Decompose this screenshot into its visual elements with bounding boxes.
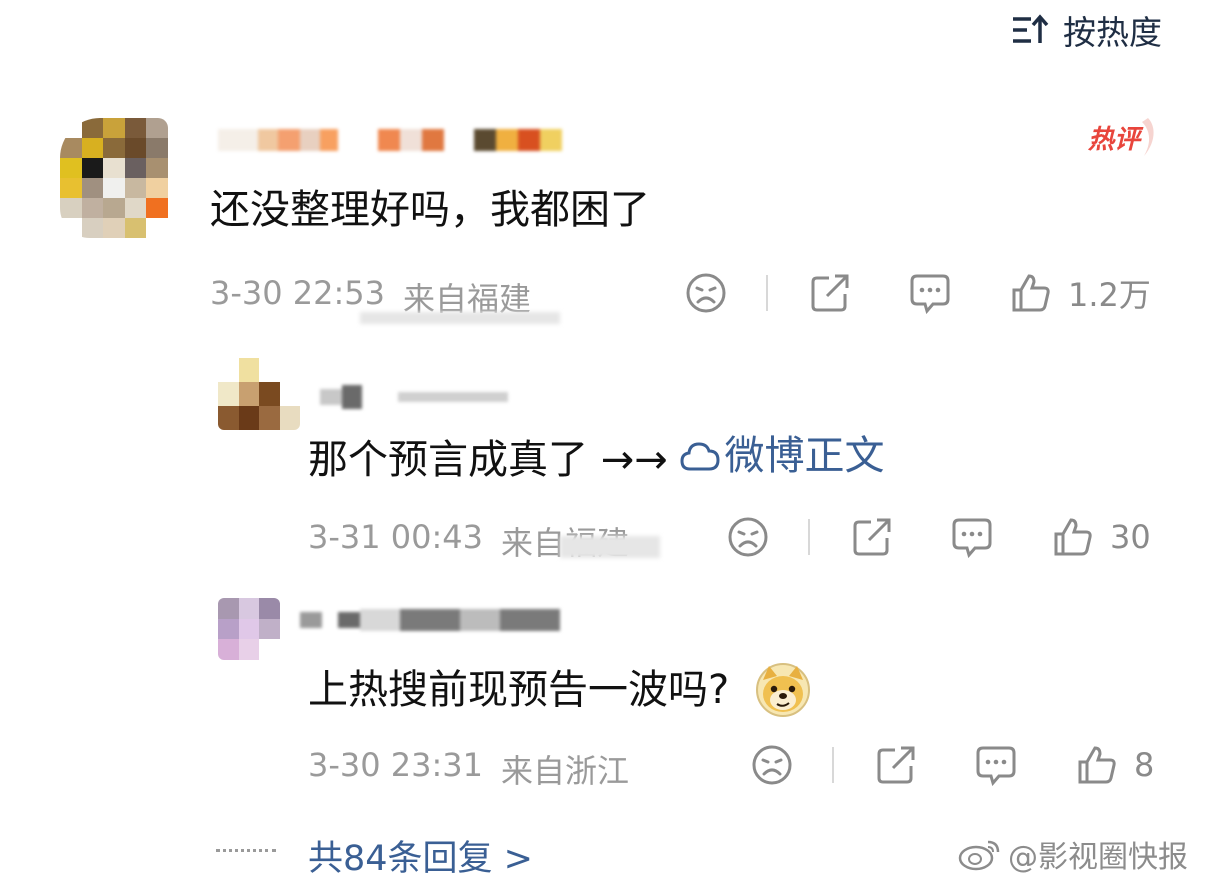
reply-button[interactable] bbox=[950, 516, 994, 558]
watermark-label: @影视圈快报 bbox=[1008, 840, 1188, 875]
share-button[interactable] bbox=[808, 272, 852, 314]
sad-face-icon bbox=[752, 745, 792, 785]
dislike-button[interactable] bbox=[684, 272, 728, 314]
divider bbox=[808, 519, 810, 555]
like-count: 30 bbox=[1110, 518, 1151, 556]
sad-face-icon bbox=[728, 517, 768, 557]
thumbs-up-icon bbox=[1054, 518, 1092, 556]
sort-icon bbox=[1011, 14, 1049, 46]
svg-text:热评: 热评 bbox=[1087, 125, 1144, 155]
weibo-link[interactable]: 微博正文 bbox=[680, 432, 884, 480]
comment-actions: 1.2万 bbox=[684, 270, 1151, 316]
comment-actions: 30 bbox=[726, 516, 1151, 558]
weibo-link-label: 微博正文 bbox=[724, 433, 885, 479]
doge-emoji bbox=[756, 663, 811, 717]
like-button[interactable]: 1.2万 bbox=[1010, 270, 1151, 316]
comment-text: 那个预言成真了 →→ 微博正文 bbox=[308, 432, 884, 484]
comment-text: 还没整理好吗，我都困了 bbox=[210, 187, 650, 233]
share-button[interactable] bbox=[874, 744, 918, 786]
comment-time: 3-31 00:43 bbox=[308, 518, 484, 556]
comment-icon bbox=[952, 518, 992, 558]
avatar[interactable] bbox=[218, 358, 300, 430]
dislike-button[interactable] bbox=[750, 744, 794, 786]
username-blurred[interactable] bbox=[320, 382, 508, 412]
comment-time: 3-30 23:31 bbox=[308, 746, 484, 784]
like-count: 8 bbox=[1134, 746, 1155, 784]
thumbs-up-icon bbox=[1012, 274, 1050, 312]
comment-time: 3-30 22:53 bbox=[210, 274, 386, 312]
share-icon bbox=[853, 518, 891, 556]
reply-indicator-dots bbox=[216, 849, 276, 852]
comment-icon bbox=[910, 274, 950, 314]
cloud-icon bbox=[680, 442, 720, 471]
username-blurred[interactable] bbox=[218, 120, 562, 160]
reply-button[interactable] bbox=[974, 744, 1018, 786]
avatar[interactable] bbox=[218, 598, 280, 660]
username-blurred[interactable] bbox=[300, 600, 560, 640]
comment-icon bbox=[976, 746, 1016, 786]
sad-face-icon bbox=[686, 273, 726, 313]
divider bbox=[832, 747, 834, 783]
comment-text: 上热搜前现预告一波吗? bbox=[308, 662, 811, 718]
avatar[interactable] bbox=[60, 118, 168, 238]
share-icon bbox=[811, 274, 849, 312]
view-more-replies-link[interactable]: 共84条回复 > bbox=[308, 830, 533, 881]
like-button[interactable]: 8 bbox=[1076, 744, 1154, 786]
reply-button[interactable] bbox=[908, 272, 952, 314]
hot-comment-badge: 热评 bbox=[1087, 118, 1154, 156]
dislike-button[interactable] bbox=[726, 516, 770, 558]
share-button[interactable] bbox=[850, 516, 894, 558]
comment-text-body: 上热搜前现预告一波吗? bbox=[308, 667, 730, 713]
comment-actions: 8 bbox=[750, 744, 1154, 786]
weibo-logo-icon bbox=[958, 840, 1000, 871]
thumbs-up-icon bbox=[1078, 746, 1116, 784]
share-icon bbox=[877, 746, 915, 784]
comment-meta: 3-30 23:31 来自浙江 bbox=[308, 746, 629, 792]
comment-location: 来自浙江 bbox=[501, 752, 630, 790]
like-button[interactable]: 30 bbox=[1052, 516, 1151, 558]
comment-text-body: 那个预言成真了 →→ bbox=[308, 437, 668, 483]
divider bbox=[766, 275, 768, 311]
sort-label: 按热度 bbox=[1063, 13, 1162, 52]
watermark: @影视圈快报 bbox=[958, 832, 1188, 876]
like-count: 1.2万 bbox=[1068, 276, 1151, 314]
sort-by-hotness-button[interactable]: 按热度 bbox=[1011, 8, 1162, 52]
